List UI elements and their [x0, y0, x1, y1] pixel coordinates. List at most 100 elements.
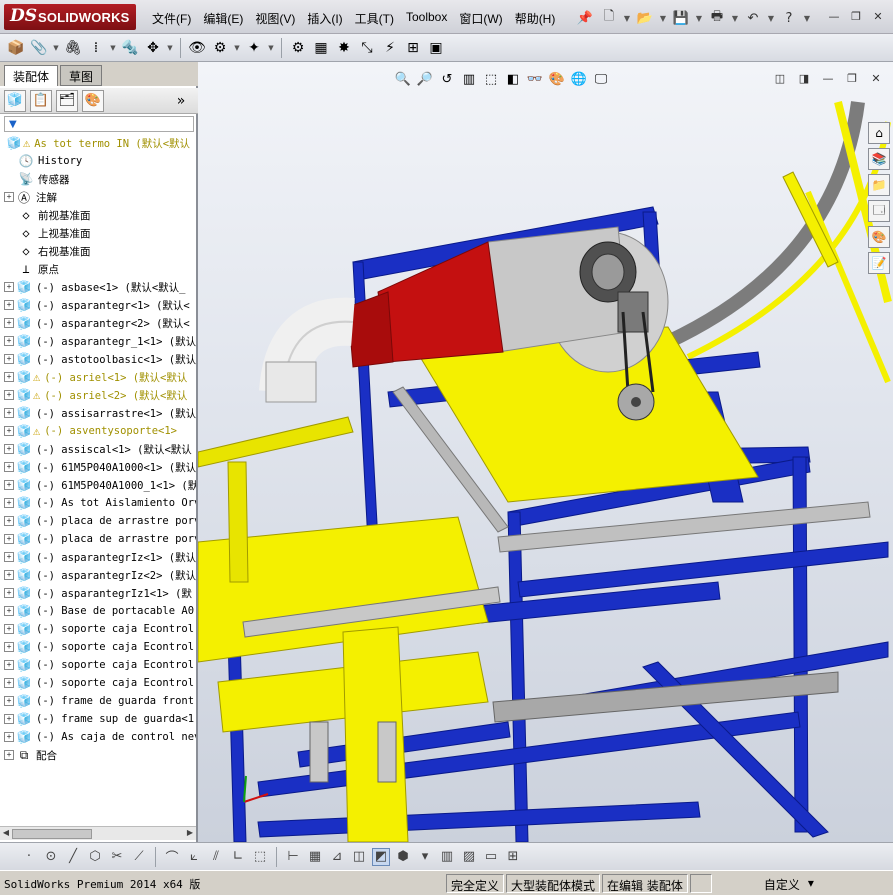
expand-toggle-icon[interactable]: +: [4, 588, 14, 598]
expand-toggle-icon[interactable]: +: [4, 336, 14, 346]
instant3d-icon[interactable]: ▣: [426, 38, 446, 58]
expand-toggle-icon[interactable]: +: [4, 354, 14, 364]
expand-toggle-icon[interactable]: +: [4, 408, 14, 418]
rebuild-icon[interactable]: ▾: [804, 874, 818, 893]
expand-toggle-icon[interactable]: +: [4, 750, 14, 760]
featuremanager-tree-icon[interactable]: 🧊: [4, 89, 26, 112]
chevron-down-icon[interactable]: ▼: [166, 38, 174, 58]
tree-item[interactable]: 🧊 ⚠ As tot termo IN (默认<默认: [0, 134, 196, 152]
polygon-icon[interactable]: ⬡: [86, 848, 104, 866]
tree-item[interactable]: ◇ 前视基准面: [0, 206, 196, 224]
tree-horizontal-scrollbar[interactable]: ◀ ▶: [0, 826, 196, 840]
toggle-view-icon[interactable]: ▭: [482, 848, 500, 866]
tree-filter[interactable]: ▼: [4, 116, 194, 132]
tree-item[interactable]: + 🧊 (-) asparantegrIz<1> (默认: [0, 548, 196, 566]
tree-item[interactable]: + 🧊 (-) astotoolbasic<1> (默认: [0, 350, 196, 368]
relations-icon[interactable]: ⊿: [328, 848, 346, 866]
chevron-down-icon[interactable]: ▼: [233, 38, 241, 58]
expand-toggle-icon[interactable]: +: [4, 624, 14, 634]
tree-item[interactable]: + 🧊 (-) soporte caja Econtrol: [0, 656, 196, 674]
grid-icon[interactable]: ▦: [306, 848, 324, 866]
tree-item[interactable]: 🕓 History: [0, 152, 196, 170]
previous-view-icon[interactable]: ↺: [438, 70, 456, 88]
chevron-down-icon[interactable]: ▼: [802, 8, 812, 28]
appearances-icon[interactable]: 🎨: [868, 226, 890, 248]
minimize-icon[interactable]: —: [825, 8, 843, 24]
design-library-icon[interactable]: 📚: [868, 148, 890, 170]
tree-item[interactable]: 📡 传感器: [0, 170, 196, 188]
tree-item[interactable]: + 🧊 (-) Base de portacable A0: [0, 602, 196, 620]
chevron-down-icon[interactable]: ▼: [694, 8, 704, 28]
menu-help[interactable]: 帮助(H): [509, 8, 562, 28]
hide-components-icon[interactable]: ▨: [460, 848, 478, 866]
displaymanager-icon[interactable]: 🎨: [82, 89, 104, 112]
mate-icon[interactable]: 📎: [29, 38, 49, 58]
tab-assembly[interactable]: 装配体: [4, 65, 59, 86]
expand-toggle-icon[interactable]: +: [4, 318, 14, 328]
edit-appearance-icon[interactable]: 🎨: [548, 70, 566, 88]
view-settings-icon[interactable]: 🖵: [592, 70, 610, 88]
interference-detection-icon[interactable]: ⚡: [380, 38, 400, 58]
tree-item[interactable]: + 🧊 (-) placa de arrastre porv: [0, 530, 196, 548]
expand-toggle-icon[interactable]: +: [4, 714, 14, 724]
tree-item[interactable]: + 🧊 (-) soporte caja Econtrol: [0, 620, 196, 638]
menu-window[interactable]: 窗口(W): [453, 8, 508, 28]
tree-item[interactable]: + 🧊 (-) assiscal<1> (默认<默认: [0, 440, 196, 458]
explode-line-sketch-icon[interactable]: ⤡: [357, 38, 377, 58]
section-icon[interactable]: ▥: [438, 848, 456, 866]
tree-item[interactable]: + 🧊 ⚠ (-) asventysoporte<1>: [0, 422, 196, 440]
print-icon[interactable]: 🖶: [706, 8, 728, 28]
configurationmanager-icon[interactable]: 🗂: [56, 89, 78, 112]
tree-item[interactable]: + 🧊 (-) frame sup de guarda<1: [0, 710, 196, 728]
undo-icon[interactable]: ↶: [742, 8, 764, 28]
rectangle-icon[interactable]: ⬚: [251, 848, 269, 866]
scroll-left-icon[interactable]: ◀: [0, 828, 12, 840]
expand-toggle-icon[interactable]: +: [4, 444, 14, 454]
display-mode-icon[interactable]: ⬢: [394, 848, 412, 866]
view-palette-icon[interactable]: 🗔: [868, 200, 890, 222]
chevron-down-icon[interactable]: ▾: [416, 848, 434, 866]
expand-toggle-icon[interactable]: +: [4, 732, 14, 742]
zoom-to-area-icon[interactable]: 🔎: [416, 70, 434, 88]
menu-view[interactable]: 视图(V): [249, 8, 301, 28]
chevron-down-icon[interactable]: ▼: [730, 8, 740, 28]
chevron-down-icon[interactable]: ▼: [658, 8, 668, 28]
tree-item[interactable]: + 🧊 (-) asparantegr_1<1> (默认: [0, 332, 196, 350]
sketch-chamfer-icon[interactable]: ⟀: [185, 848, 203, 866]
apply-scene-icon[interactable]: 🌐: [570, 70, 588, 88]
dimension-icon[interactable]: ⊢: [284, 848, 302, 866]
tree-item[interactable]: + 🧊 (-) asbase<1> (默认<默认_: [0, 278, 196, 296]
restore-icon[interactable]: ❐: [847, 8, 865, 24]
tree-item[interactable]: + 🧊 (-) 61M5P040A1000_1<1> (默: [0, 476, 196, 494]
new-motion-study-icon[interactable]: ⚙: [288, 38, 308, 58]
expand-toggle-icon[interactable]: +: [4, 552, 14, 562]
offset-icon[interactable]: ⫽: [207, 848, 225, 866]
show-hidden-icon[interactable]: 👁: [187, 38, 207, 58]
tree-item[interactable]: + 🧊 (-) As caja de control nev: [0, 728, 196, 746]
centerline-icon[interactable]: ⟋: [130, 848, 148, 866]
expand-toggle-icon[interactable]: +: [4, 606, 14, 616]
paperclip-icon[interactable]: 🖇: [63, 38, 83, 58]
sketch-fillet-icon[interactable]: ⌒: [163, 848, 181, 866]
expand-toggle-icon[interactable]: +: [4, 390, 14, 400]
expand-toggle-icon[interactable]: +: [4, 660, 14, 670]
graphics-area[interactable]: 🔍 🔎 ↺ ▥ ⬚ ◧ 👓 🎨 🌐 🖵 ◫ ◨ — ❐ ✕ ⌂ 📚 📁 🗔 🎨 …: [198, 62, 893, 842]
tree-item[interactable]: ⊥ 原点: [0, 260, 196, 278]
tile-right-icon[interactable]: ◨: [795, 70, 813, 86]
propertymanager-icon[interactable]: 📋: [30, 89, 52, 112]
pin-icon[interactable]: 📌: [574, 8, 596, 28]
line-icon[interactable]: ╱: [64, 848, 82, 866]
window-layout-icon[interactable]: ⊞: [504, 848, 522, 866]
tree-item[interactable]: + 🧊 (-) 61M5P040A1000<1> (默认: [0, 458, 196, 476]
restore-icon[interactable]: ❐: [843, 70, 861, 86]
tree-item[interactable]: + 🧊 (-) frame de guarda front: [0, 692, 196, 710]
zoom-to-fit-icon[interactable]: 🔍: [394, 70, 412, 88]
tab-sketch[interactable]: 草图: [60, 65, 103, 86]
scrollbar-thumb[interactable]: [12, 829, 92, 839]
trim-icon[interactable]: ✂: [108, 848, 126, 866]
display-style-icon[interactable]: ◧: [504, 70, 522, 88]
exploded-view-icon[interactable]: ✸: [334, 38, 354, 58]
tree-item[interactable]: + 🧊 (-) assisarrastre<1> (默认: [0, 404, 196, 422]
tree-item[interactable]: + 🧊 (-) asparantegr<2> (默认<: [0, 314, 196, 332]
tree-item[interactable]: + 🧊 (-) asparantegrIz1<1> (默: [0, 584, 196, 602]
